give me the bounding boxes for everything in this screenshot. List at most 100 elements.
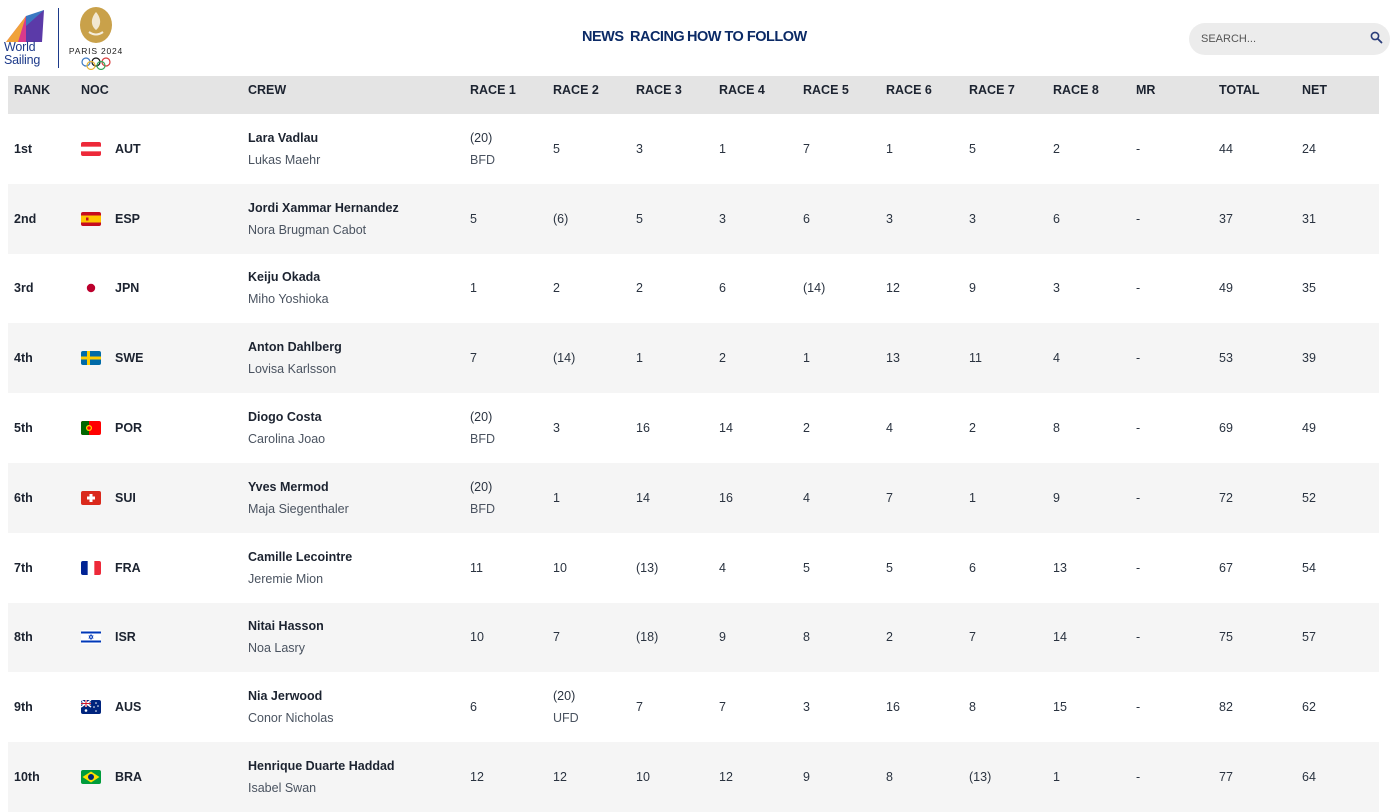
nav-racing[interactable]: RACING [630,29,685,45]
rank-cell: 3rd [14,281,34,296]
col-mr[interactable]: MR [1136,76,1155,114]
crew-helm[interactable]: Camille Lecointre [248,546,352,568]
race-5-cell: 2 [803,421,810,436]
race-8-cell: 3 [1053,281,1060,296]
total-cell: 49 [1219,281,1233,296]
paris-flame-icon [80,7,112,43]
crew-helm[interactable]: Nitai Hasson [248,615,324,637]
crew-member[interactable]: Miho Yoshioka [248,288,329,310]
table-row[interactable]: 9th AUS Nia Jerwood Conor Nicholas 6 (20)… [8,672,1379,742]
crew-helm[interactable]: Diogo Costa [248,406,325,428]
race-6-cell: 16 [886,700,900,715]
race-4-cell: 3 [719,211,726,226]
nav-news[interactable]: NEWS [582,29,624,45]
race-6-cell: 7 [886,490,893,505]
col-crew[interactable]: CREW [248,76,286,114]
race-6-cell: 12 [886,281,900,296]
table-row[interactable]: 1st AUT Lara Vadlau Lukas Maehr (20) BFD … [8,114,1379,184]
table-row[interactable]: 3rd JPN Keiju Okada Miho Yoshioka 1 2 2 6 (14… [8,254,1379,324]
crew-member[interactable]: Maja Siegenthaler [248,498,349,520]
col-race-7[interactable]: RACE 7 [969,76,1015,114]
race-2-cell: 12 [553,770,567,785]
race-3-cell: 7 [636,700,643,715]
crew-member[interactable]: Lovisa Karlsson [248,358,342,380]
col-race-2[interactable]: RACE 2 [553,76,599,114]
table-body: 1st AUT Lara Vadlau Lukas Maehr (20) BFD … [8,114,1379,812]
crew-helm[interactable]: Yves Mermod [248,476,349,498]
col-net[interactable]: NET [1302,76,1327,114]
race-5-cell: 6 [803,211,810,226]
col-race-3[interactable]: RACE 3 [636,76,682,114]
net-cell: 52 [1302,490,1316,505]
flag-bra-icon [81,770,101,785]
race-4-cell: 12 [719,770,733,785]
col-noc[interactable]: NOC [81,76,109,114]
crew-helm[interactable]: Lara Vadlau [248,127,320,149]
search-icon[interactable] [1370,31,1383,44]
col-total[interactable]: TOTAL [1219,76,1260,114]
race-7-cell: (13) [969,770,992,785]
race-2-cell: 3 [553,421,560,436]
col-race-6[interactable]: RACE 6 [886,76,932,114]
race-4-cell: 9 [719,630,726,645]
mr-cell: - [1136,490,1141,505]
search-box [1189,23,1390,55]
col-race-1[interactable]: RACE 1 [470,76,516,114]
race-4-cell: 14 [719,421,733,436]
search-input[interactable] [1201,30,1361,48]
crew-member[interactable]: Noa Lasry [248,637,324,659]
site-header: World Sailing PARIS 2024 NEWS RACING HOW… [0,0,1391,76]
world-sailing-logo[interactable]: World Sailing [4,8,48,70]
table-row[interactable]: 7th FRA Camille Lecointre Jeremie Mion 11… [8,533,1379,603]
table-row[interactable]: 10th BRA Henrique Duarte Haddad Isabel Sw… [8,742,1379,812]
table-row[interactable]: 5th POR Diogo Costa Carolina Joao (20) BF… [8,393,1379,463]
col-race-5[interactable]: RACE 5 [803,76,849,114]
total-cell: 67 [1219,560,1233,575]
crew-member[interactable]: Nora Brugman Cabot [248,219,399,241]
race-3-cell: 10 [636,770,650,785]
crew-member[interactable]: Conor Nicholas [248,707,333,729]
total-cell: 37 [1219,211,1233,226]
race-1-cell: 12 [470,770,484,785]
race-5-cell: (14) [803,281,826,296]
race-3-cell: 14 [636,490,650,505]
crew-helm[interactable]: Keiju Okada [248,266,329,288]
race-penalty-code: BFD [470,432,495,447]
table-header: RANK NOC CREW RACE 1 RACE 2 RACE 3 RACE … [8,76,1379,114]
crew-helm[interactable]: Jordi Xammar Hernandez [248,197,399,219]
noc-cell: ISR [115,630,136,645]
race-1-cell: (20) BFD [470,127,495,171]
paris-2024-text: PARIS 2024 [68,46,124,56]
race-3-cell: 16 [636,421,650,436]
table-row[interactable]: 8th ISR Nitai Hasson Noa Lasry 10 7 (18) 9 8 2… [8,602,1379,673]
col-race-4[interactable]: RACE 4 [719,76,765,114]
crew-cell: Lara Vadlau Lukas Maehr [248,127,320,171]
crew-cell: Henrique Duarte Haddad Isabel Swan [248,755,395,799]
crew-helm[interactable]: Anton Dahlberg [248,336,342,358]
crew-member[interactable]: Isabel Swan [248,777,395,799]
race-penalty-code: BFD [470,501,495,516]
race-6-cell: 4 [886,421,893,436]
race-6-cell: 8 [886,770,893,785]
crew-helm[interactable]: Nia Jerwood [248,685,333,707]
race-8-cell: 14 [1053,630,1067,645]
crew-member[interactable]: Carolina Joao [248,428,325,450]
race-3-cell: 2 [636,281,643,296]
olympic-rings-icon [81,57,111,70]
col-race-8[interactable]: RACE 8 [1053,76,1099,114]
mr-cell: - [1136,351,1141,366]
crew-member[interactable]: Jeremie Mion [248,568,352,590]
table-row[interactable]: 4th SWE Anton Dahlberg Lovisa Karlsson 7 (… [8,323,1379,394]
race-7-cell: 7 [969,630,976,645]
col-rank[interactable]: RANK [14,76,50,114]
race-4-cell: 16 [719,490,733,505]
race-5-cell: 7 [803,141,810,156]
crew-member[interactable]: Lukas Maehr [248,149,320,171]
table-row[interactable]: 2nd ESP Jordi Xammar Hernandez Nora Brugm… [8,183,1379,254]
table-row[interactable]: 6th SUI Yves Mermod Maja Siegenthaler (20… [8,462,1379,533]
total-cell: 53 [1219,351,1233,366]
paris-2024-logo[interactable]: PARIS 2024 [64,6,128,70]
race-1-cell: 5 [470,211,477,226]
crew-helm[interactable]: Henrique Duarte Haddad [248,755,395,777]
nav-how-to-follow[interactable]: HOW TO FOLLOW [687,29,807,45]
